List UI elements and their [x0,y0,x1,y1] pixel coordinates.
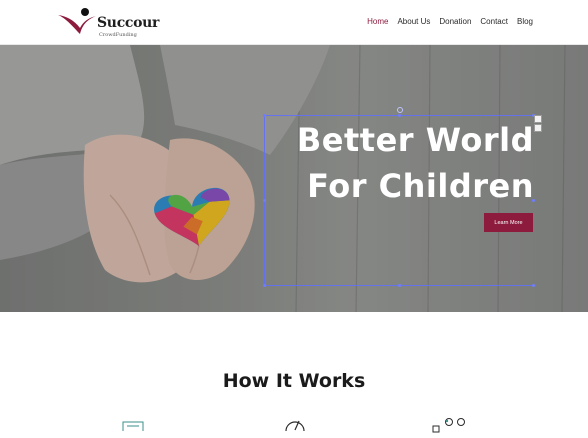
resize-handle-top-left[interactable] [263,114,266,117]
hero-section: Better World For Children Learn More [0,45,588,312]
resize-handle-left[interactable] [263,199,266,202]
brand-logo[interactable]: Succour CrowdFunding [56,6,160,40]
site-header: Succour CrowdFunding Home About Us Donat… [0,0,588,45]
how-it-works-title: How It Works [222,370,366,392]
main-nav: Home About Us Donation Contact Blog [367,17,533,26]
hero-title-line2: For Children [307,167,534,205]
brand-name: Succour [97,15,160,31]
nav-item-contact[interactable]: Contact [480,17,508,26]
resize-handle-bottom-left[interactable] [263,284,266,287]
editor-settings-icon[interactable] [534,115,542,123]
people-icon [432,418,465,433]
logo-v-heart-icon [58,8,96,34]
resize-handle-bottom-right[interactable] [532,284,535,287]
learn-more-button[interactable]: Learn More [484,213,533,232]
hero-title-line1: Better World [296,121,534,159]
gauge-icon [285,420,305,431]
resize-handle-bottom[interactable] [398,284,401,287]
nav-item-blog[interactable]: Blog [517,17,533,26]
editor-layer-icon[interactable] [534,124,542,132]
nav-item-home[interactable]: Home [367,17,388,26]
nav-item-about-us[interactable]: About Us [397,17,430,26]
rotate-handle-icon[interactable] [397,107,403,113]
form-icon [122,421,144,431]
nav-item-donation[interactable]: Donation [439,17,471,26]
brand-tagline: CrowdFunding [99,32,137,38]
hero-title: Better World For Children [297,117,534,209]
